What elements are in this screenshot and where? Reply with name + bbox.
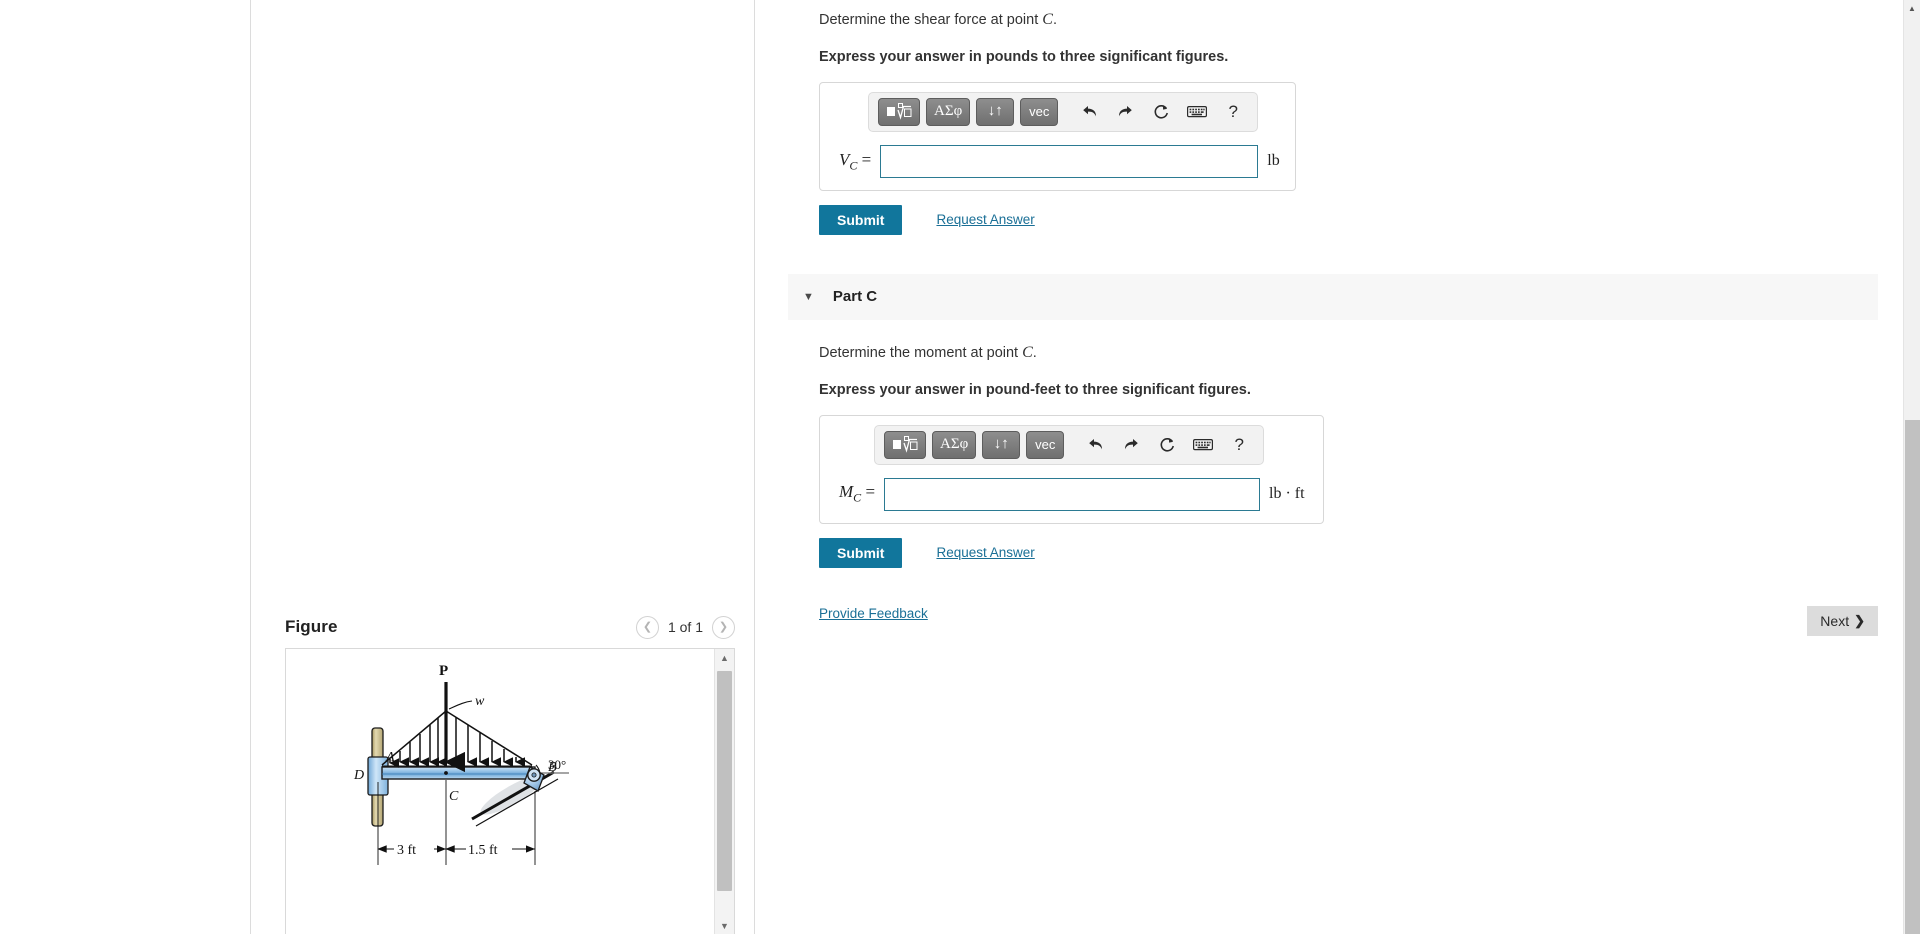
label-b: B — [548, 760, 557, 775]
chevron-right-icon: ❯ — [1854, 612, 1865, 628]
keyboard-icon[interactable] — [1188, 431, 1218, 459]
greek-symbols-button[interactable]: ΑΣφ — [932, 430, 977, 459]
part-b-math-toolbar: ΑΣφ ↓↑ vec ? — [868, 91, 1259, 132]
help-icon[interactable]: ? — [1224, 431, 1254, 459]
figure-panel: 30° P w A B C D 3 ft 1.5 ft ▲ ▼ — [285, 648, 735, 934]
part-b-answer-card: ΑΣφ ↓↑ vec ? VC = lb — [819, 81, 1296, 191]
left-rail — [0, 0, 251, 934]
figure-next-button[interactable]: ❯ — [712, 615, 735, 639]
part-c-answer-row: MC = lb · ft — [830, 477, 1313, 511]
redo-icon[interactable] — [1116, 431, 1146, 459]
part-b-instruction: Express your answer in pounds to three s… — [819, 49, 1229, 65]
problem-content: Determine the shear force at point C. Ex… — [788, 0, 1878, 636]
reset-icon[interactable] — [1152, 431, 1182, 459]
figure-title: Figure — [285, 617, 338, 636]
keyboard-icon[interactable] — [1182, 98, 1212, 126]
part-b-request-answer-link[interactable]: Request Answer — [936, 212, 1034, 227]
label-c: C — [449, 789, 459, 804]
part-b-symbol: V — [839, 149, 850, 169]
figure-page-indicator: 1 of 1 — [667, 619, 703, 635]
provide-feedback-link[interactable]: Provide Feedback — [819, 606, 928, 621]
part-c-prompt-end: . — [1032, 344, 1037, 361]
template-button[interactable] — [878, 97, 920, 126]
greek-symbols-button[interactable]: ΑΣφ — [926, 97, 971, 126]
figure-diagram: 30° P w A B C D 3 ft 1.5 ft — [286, 649, 715, 934]
vector-button[interactable]: vec — [1020, 97, 1059, 126]
part-c-instruction: Express your answer in pound-feet to thr… — [819, 381, 1251, 398]
figure-scroll-down-button[interactable]: ▼ — [715, 917, 734, 934]
undo-icon[interactable] — [1080, 431, 1110, 459]
point-load-label: P — [439, 663, 448, 679]
part-b-submit-button[interactable]: Submit — [819, 204, 903, 235]
figure-prev-button[interactable]: ❮ — [635, 615, 659, 639]
label-d: D — [353, 768, 364, 783]
vector-button[interactable]: vec — [1026, 430, 1065, 459]
part-b-answer-label: VC = — [839, 150, 871, 173]
part-c-prompt: Determine the moment at point C. — [819, 341, 1843, 365]
part-c-header[interactable]: ▼ Part C — [788, 273, 1878, 320]
part-c-prompt-text: Determine the moment at point — [819, 344, 1023, 361]
figure-header: Figure ❮ 1 of 1 ❯ — [285, 608, 735, 646]
template-button[interactable] — [884, 430, 926, 459]
part-c-answer-card: ΑΣφ ↓↑ vec ? MC = lb · ft — [819, 414, 1324, 524]
page-scrollbar-thumb[interactable] — [1905, 420, 1920, 934]
part-c-answer-label: MC = — [839, 482, 875, 505]
reset-icon[interactable] — [1146, 98, 1176, 126]
dim-right-label: 1.5 ft — [468, 843, 498, 858]
part-b-prompt: Determine the shear force at point C. — [819, 8, 1843, 32]
part-c-request-answer-link[interactable]: Request Answer — [936, 545, 1034, 560]
undo-icon[interactable] — [1074, 98, 1104, 126]
figure-scroll-up-button[interactable]: ▲ — [715, 649, 734, 667]
page-scrollbar[interactable]: ▲ — [1903, 0, 1920, 934]
problem-footer: Provide Feedback Next ❯ — [788, 605, 1878, 636]
redo-icon[interactable] — [1110, 98, 1140, 126]
part-c-unit: lb · ft — [1269, 485, 1305, 502]
part-c-submit-button[interactable]: Submit — [819, 537, 903, 568]
distributed-load-label: w — [475, 694, 485, 709]
part-c-subscript: C — [853, 490, 862, 505]
part-b-submit-row: Submit Request Answer — [819, 204, 1843, 235]
figure-scrollbar-thumb[interactable] — [717, 671, 732, 891]
page-root: Figure ❮ 1 of 1 ❯ 30° P w A B C D 3 ft 1… — [0, 0, 1920, 934]
part-b-prompt-end: . — [1052, 12, 1057, 28]
sqrt-template-icon — [893, 436, 918, 453]
problem-column: Determine the shear force at point C. Ex… — [756, 0, 1920, 934]
part-c-math-toolbar: ΑΣφ ↓↑ vec ? — [874, 424, 1265, 465]
page-scroll-up-button[interactable]: ▲ — [1904, 0, 1920, 16]
part-b-unit: lb — [1267, 152, 1280, 170]
part-b-answer-input[interactable] — [880, 144, 1259, 178]
part-c-submit-row: Submit Request Answer — [819, 537, 1843, 568]
chevron-down-icon[interactable]: ▼ — [803, 291, 814, 303]
figure-scrollbar[interactable]: ▲ ▼ — [714, 649, 734, 934]
arrow-toggle-button[interactable]: ↓↑ — [982, 430, 1021, 459]
next-button-label: Next — [1820, 612, 1850, 629]
chevron-left-icon: ❮ — [642, 620, 653, 633]
part-c-block: ▼ Part C Determine the moment at point C… — [788, 273, 1878, 568]
label-a: A — [385, 750, 395, 765]
next-button[interactable]: Next ❯ — [1807, 605, 1878, 636]
part-b-prompt-variable: C — [1042, 11, 1053, 28]
help-icon[interactable]: ? — [1218, 98, 1248, 126]
part-b-equals: = — [861, 149, 872, 169]
part-b-block: Determine the shear force at point C. Ex… — [819, 0, 1843, 235]
part-c-title: Part C — [832, 288, 878, 306]
figure-column: Figure ❮ 1 of 1 ❯ 30° P w A B C D 3 ft 1… — [252, 0, 755, 934]
part-c-symbol: M — [839, 482, 854, 502]
part-c-equals: = — [865, 482, 876, 502]
part-b-prompt-text: Determine the shear force at point — [819, 12, 1043, 28]
part-b-answer-row: VC = lb — [830, 144, 1285, 178]
part-c-answer-input[interactable] — [884, 477, 1261, 511]
arrow-toggle-button[interactable]: ↓↑ — [976, 97, 1015, 126]
dim-left-label: 3 ft — [397, 843, 416, 858]
part-c-prompt-variable: C — [1022, 343, 1033, 361]
chevron-right-icon: ❯ — [718, 620, 729, 633]
sqrt-template-icon — [887, 103, 912, 120]
figure-pager: ❮ 1 of 1 ❯ — [635, 615, 735, 639]
part-b-subscript: C — [849, 157, 858, 172]
